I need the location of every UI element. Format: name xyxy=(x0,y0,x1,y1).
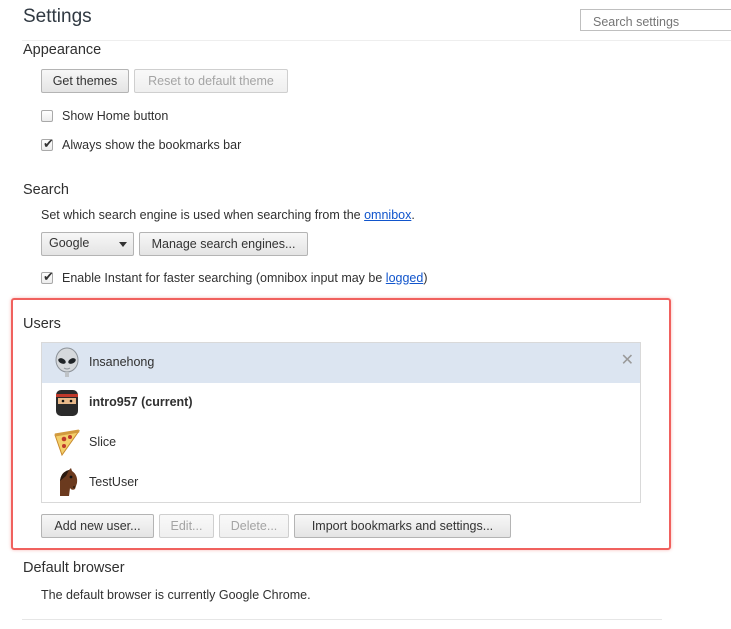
title-divider xyxy=(22,40,731,41)
pizza-avatar-icon xyxy=(54,429,81,457)
instant-label-text: Enable Instant for faster searching (omn… xyxy=(62,271,386,285)
import-bookmarks-button[interactable]: Import bookmarks and settings... xyxy=(294,514,511,538)
default-browser-description: The default browser is currently Google … xyxy=(41,588,311,602)
manage-search-engines-button[interactable]: Manage search engines... xyxy=(139,232,308,256)
appearance-heading: Appearance xyxy=(23,42,102,58)
users-heading: Users xyxy=(23,316,61,332)
user-row-testuser[interactable]: TestUser xyxy=(42,463,640,503)
show-home-checkbox[interactable] xyxy=(41,110,53,122)
user-name: TestUser xyxy=(89,475,139,489)
instant-checkbox[interactable]: ✔ xyxy=(41,269,54,284)
show-home-label: Show Home button xyxy=(62,109,169,123)
omnibox-link[interactable]: omnibox xyxy=(364,208,411,222)
add-new-user-button[interactable]: Add new user... xyxy=(41,514,154,538)
instant-label-suffix: ) xyxy=(423,271,428,285)
page-title: Settings xyxy=(23,6,92,27)
search-engine-select[interactable]: Google xyxy=(41,232,134,256)
user-list[interactable]: Insanehong ✕ intro957 (current) Slice Te… xyxy=(41,342,641,503)
search-description: Set which search engine is used when sea… xyxy=(41,208,415,222)
search-settings-input[interactable] xyxy=(580,9,731,31)
default-browser-heading: Default browser xyxy=(23,560,125,576)
user-row-slice[interactable]: Slice xyxy=(42,423,640,463)
search-heading: Search xyxy=(23,182,69,198)
edit-user-button[interactable]: Edit... xyxy=(159,514,214,538)
search-engine-value: Google xyxy=(49,236,90,250)
ninja-avatar-icon xyxy=(56,390,78,416)
user-name: Insanehong xyxy=(89,355,155,369)
alien-avatar-icon xyxy=(55,347,79,377)
reset-theme-button[interactable]: Reset to default theme xyxy=(134,69,288,93)
checkmark-icon: ✔ xyxy=(43,136,54,151)
delete-user-button[interactable]: Delete... xyxy=(219,514,289,538)
user-row-insanehong[interactable]: Insanehong ✕ xyxy=(42,343,640,383)
get-themes-button[interactable]: Get themes xyxy=(41,69,129,93)
checkmark-icon: ✔ xyxy=(43,269,54,284)
logged-link[interactable]: logged xyxy=(386,271,424,285)
user-name: Slice xyxy=(89,435,117,449)
search-description-suffix: . xyxy=(411,208,415,222)
dropdown-arrow-icon xyxy=(119,242,127,247)
bookmarks-bar-label: Always show the bookmarks bar xyxy=(62,138,242,152)
horse-avatar-icon xyxy=(60,468,78,496)
search-description-text: Set which search engine is used when sea… xyxy=(41,208,365,222)
bookmarks-bar-checkbox[interactable]: ✔ xyxy=(41,136,54,151)
remove-user-icon[interactable]: ✕ xyxy=(621,353,634,369)
instant-label: Enable Instant for faster searching (omn… xyxy=(62,271,428,285)
user-name: intro957 (current) xyxy=(89,395,193,409)
user-row-intro957[interactable]: intro957 (current) xyxy=(42,383,640,423)
bottom-divider xyxy=(22,619,662,620)
